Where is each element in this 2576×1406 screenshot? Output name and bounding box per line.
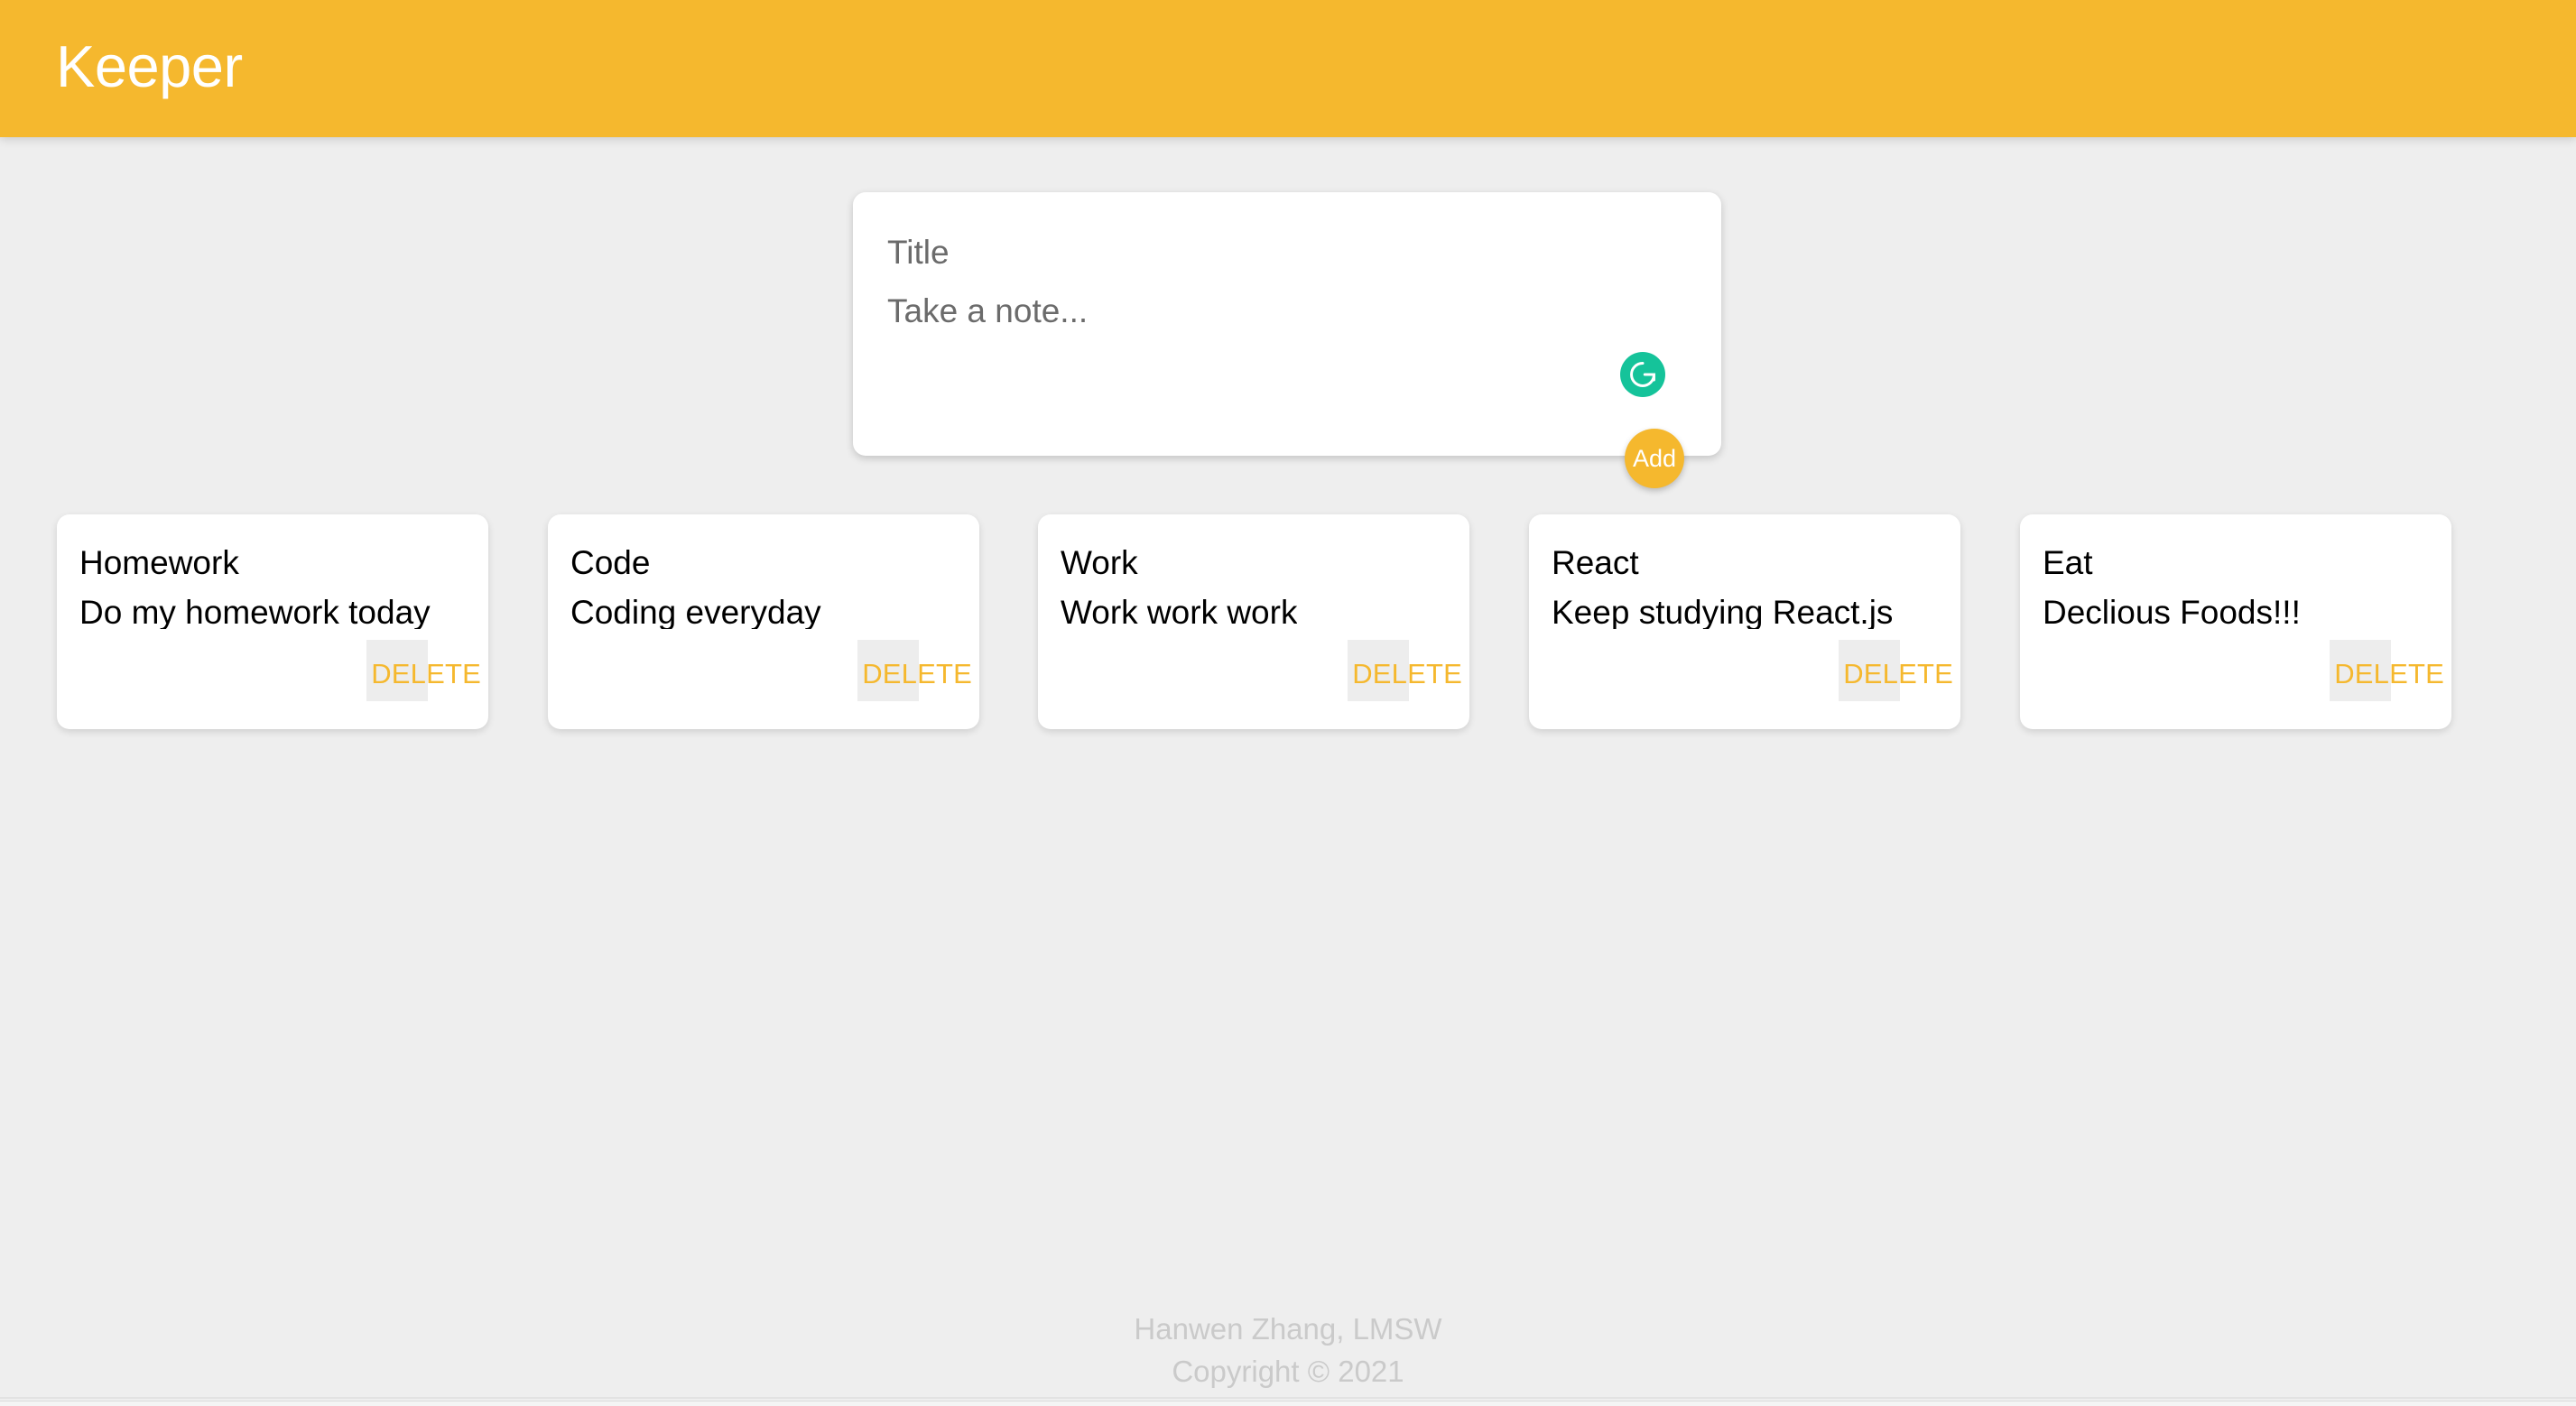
create-note-area: Title Take a note... Add bbox=[0, 0, 2576, 1406]
note-content-input[interactable]: Take a note... bbox=[887, 294, 1088, 328]
create-note-form: Title Take a note... bbox=[853, 192, 1721, 456]
app-header: Keeper bbox=[0, 0, 2576, 137]
grammarly-icon[interactable] bbox=[1620, 352, 1665, 397]
note-title-input[interactable]: Title bbox=[887, 236, 950, 269]
add-note-button[interactable]: Add bbox=[1625, 429, 1684, 488]
app-brand-title: Keeper bbox=[56, 32, 243, 99]
